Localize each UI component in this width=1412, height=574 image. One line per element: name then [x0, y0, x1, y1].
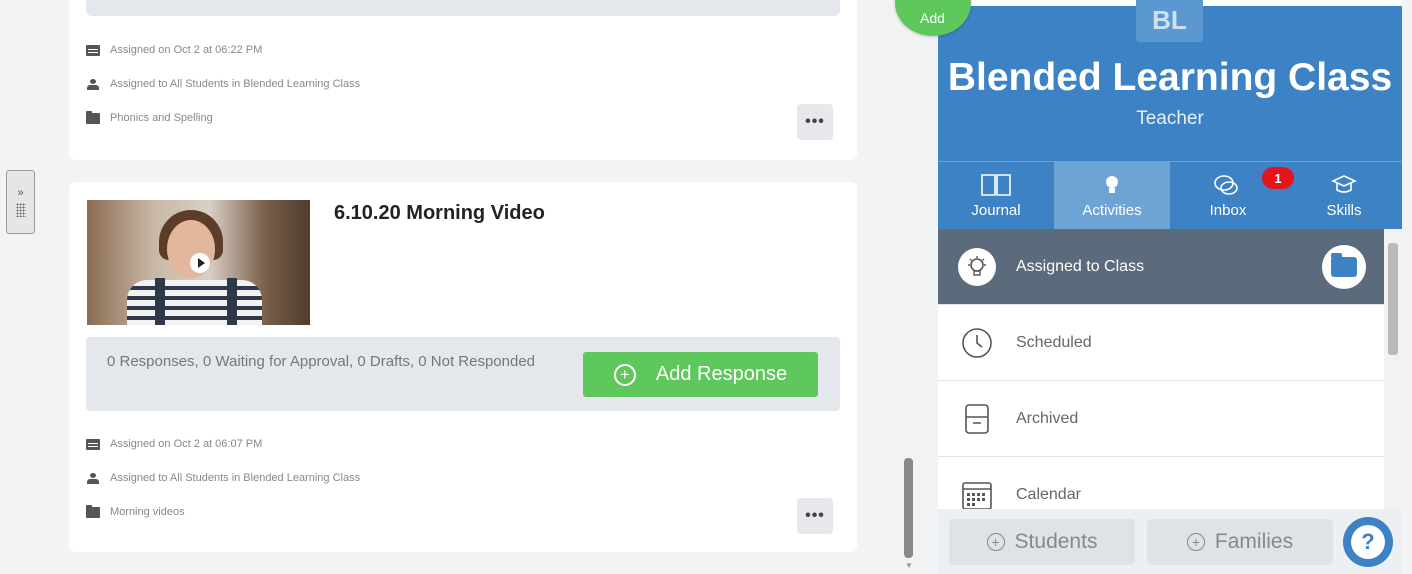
lightbulb-icon	[1103, 172, 1121, 198]
folder-name[interactable]: Morning videos	[110, 506, 185, 518]
folder-button[interactable]	[1322, 245, 1366, 289]
class-avatar[interactable]: BL	[1136, 0, 1203, 42]
archive-icon	[958, 400, 996, 438]
feed-scrollbar[interactable]	[904, 458, 913, 558]
play-icon[interactable]	[190, 253, 210, 273]
more-options-button[interactable]: •••	[797, 498, 833, 534]
double-chevron-right-icon: »	[17, 187, 24, 199]
panel-footer: + Students + Families ?	[938, 509, 1402, 574]
book-icon	[980, 172, 1012, 198]
students-label: Students	[1014, 530, 1098, 553]
folder-icon	[86, 504, 100, 518]
expand-sidebar-tab[interactable]: »	[6, 170, 35, 234]
folder-row[interactable]: Morning videos	[86, 504, 185, 518]
menu-item-archived[interactable]: Archived	[938, 381, 1384, 457]
menu-item-label: Scheduled	[1016, 333, 1092, 351]
class-header: BL Blended Learning Class Teacher	[938, 0, 1402, 161]
tab-label: Inbox	[1209, 202, 1247, 219]
add-label: Add	[920, 10, 945, 26]
folder-icon	[1331, 253, 1357, 277]
add-students-button[interactable]: + Students	[949, 519, 1135, 565]
activity-feed: Assigned on Oct 2 at 06:22 PM Assigned t…	[0, 0, 913, 574]
menu-item-assigned-to-class[interactable]: Assigned to Class	[938, 229, 1384, 305]
scroll-down-icon[interactable]: ▼	[905, 561, 913, 570]
tab-activities[interactable]: Activities	[1054, 162, 1170, 229]
add-families-button[interactable]: + Families	[1147, 519, 1333, 565]
plus-circle-icon: +	[1186, 533, 1205, 551]
more-options-button[interactable]: •••	[797, 104, 833, 140]
post-title[interactable]: 6.10.20 Morning Video	[334, 202, 545, 225]
activity-card: 6.10.20 Morning Video 0 Responses, 0 Wai…	[69, 182, 857, 552]
lightbulb-icon	[958, 247, 996, 286]
menu-item-label: Archived	[1016, 409, 1079, 427]
tab-journal[interactable]: Journal	[938, 162, 1054, 229]
tab-skills[interactable]: Skills	[1286, 162, 1402, 229]
responses-bar: 0 Responses, 0 Waiting for Approval, 0 D…	[86, 337, 840, 411]
assigned-to-row: Assigned to All Students in Blended Lear…	[86, 78, 360, 90]
users-icon	[86, 78, 100, 90]
chat-icon	[1213, 172, 1243, 198]
menu-item-label: Calendar	[1016, 485, 1081, 503]
families-label: Families	[1214, 530, 1294, 553]
plus-circle-icon: +	[986, 533, 1005, 551]
tab-label: Journal	[971, 202, 1021, 219]
assigned-date-row: Assigned on Oct 2 at 06:22 PM	[86, 44, 262, 56]
menu-scrollbar-thumb[interactable]	[1388, 243, 1398, 355]
user-role: Teacher	[1136, 108, 1204, 129]
card-response-bar	[86, 0, 840, 16]
folder-row[interactable]: Phonics and Spelling	[86, 110, 213, 124]
assigned-date-text: Assigned on Oct 2 at 06:07 PM	[110, 438, 263, 450]
calendar-icon	[86, 438, 100, 450]
assigned-to-text: Assigned to All Students in Blended Lear…	[110, 78, 361, 90]
assigned-date-row: Assigned on Oct 2 at 06:07 PM	[86, 438, 262, 450]
tab-inbox[interactable]: Inbox 1	[1170, 162, 1294, 229]
video-thumbnail[interactable]	[87, 200, 310, 325]
calendar-icon	[86, 44, 100, 56]
graduation-cap-icon	[1331, 172, 1357, 198]
help-button[interactable]: ?	[1343, 517, 1393, 567]
tab-label: Activities	[1082, 202, 1142, 219]
calendar-icon	[958, 476, 996, 514]
grip-icon	[15, 203, 26, 217]
activities-menu: Assigned to Class Scheduled Archived Cal…	[938, 229, 1384, 533]
add-response-label: Add Response	[655, 363, 788, 385]
clock-icon	[958, 324, 996, 362]
folder-name[interactable]: Phonics and Spelling	[110, 112, 213, 124]
folder-icon	[86, 110, 100, 124]
class-tabs: Journal Activities Inbox 1 Skills	[938, 161, 1402, 229]
plus-circle-icon: +	[613, 363, 636, 386]
responses-summary: 0 Responses, 0 Waiting for Approval, 0 D…	[107, 353, 536, 370]
menu-item-scheduled[interactable]: Scheduled	[938, 305, 1384, 381]
activity-card: Assigned on Oct 2 at 06:22 PM Assigned t…	[69, 0, 857, 160]
class-name: Blended Learning Class	[947, 56, 1393, 99]
class-panel: BL Blended Learning Class Teacher Journa…	[938, 0, 1402, 574]
assigned-to-row: Assigned to All Students in Blended Lear…	[86, 472, 360, 484]
assigned-date-text: Assigned on Oct 2 at 06:22 PM	[110, 44, 263, 56]
add-response-button[interactable]: + Add Response	[583, 352, 818, 397]
question-mark-icon: ?	[1351, 525, 1385, 559]
assigned-to-text: Assigned to All Students in Blended Lear…	[110, 472, 361, 484]
tab-label: Skills	[1326, 202, 1362, 219]
users-icon	[86, 472, 100, 484]
menu-item-label: Assigned to Class	[1016, 257, 1145, 275]
